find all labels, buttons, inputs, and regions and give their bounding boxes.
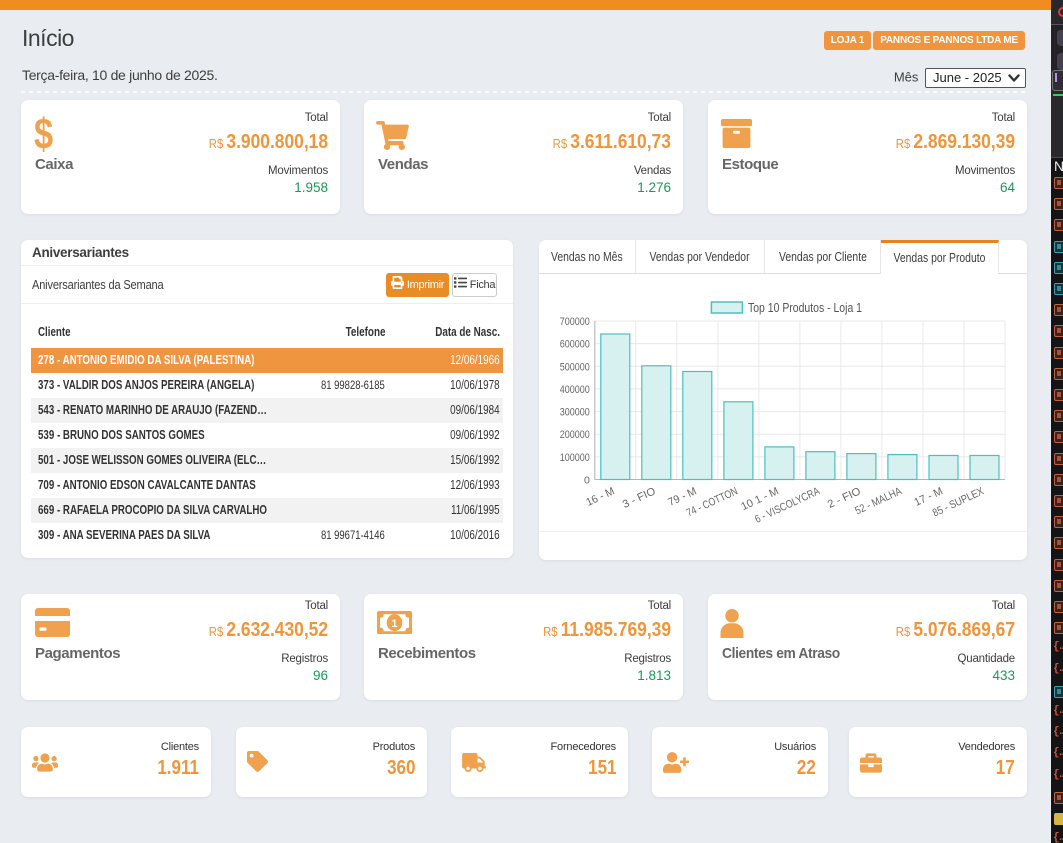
svg-text:200000: 200000 [560,429,590,441]
svg-text:1: 1 [391,618,398,630]
svg-text:16 - M: 16 - M [584,485,616,509]
svg-text:600000: 600000 [560,339,590,351]
svg-text:500000: 500000 [560,361,590,373]
svg-text:3 - FIO: 3 - FIO [621,485,658,511]
svg-text:300000: 300000 [560,407,590,419]
svg-text:100000: 100000 [560,452,590,464]
svg-text:700000: 700000 [560,316,590,328]
svg-text:Top 10 Produtos - Loja 1: Top 10 Produtos - Loja 1 [748,301,862,315]
svg-text:52 - MALHA: 52 - MALHA [853,485,904,517]
svg-text:0: 0 [584,475,590,487]
svg-text:400000: 400000 [560,384,590,396]
